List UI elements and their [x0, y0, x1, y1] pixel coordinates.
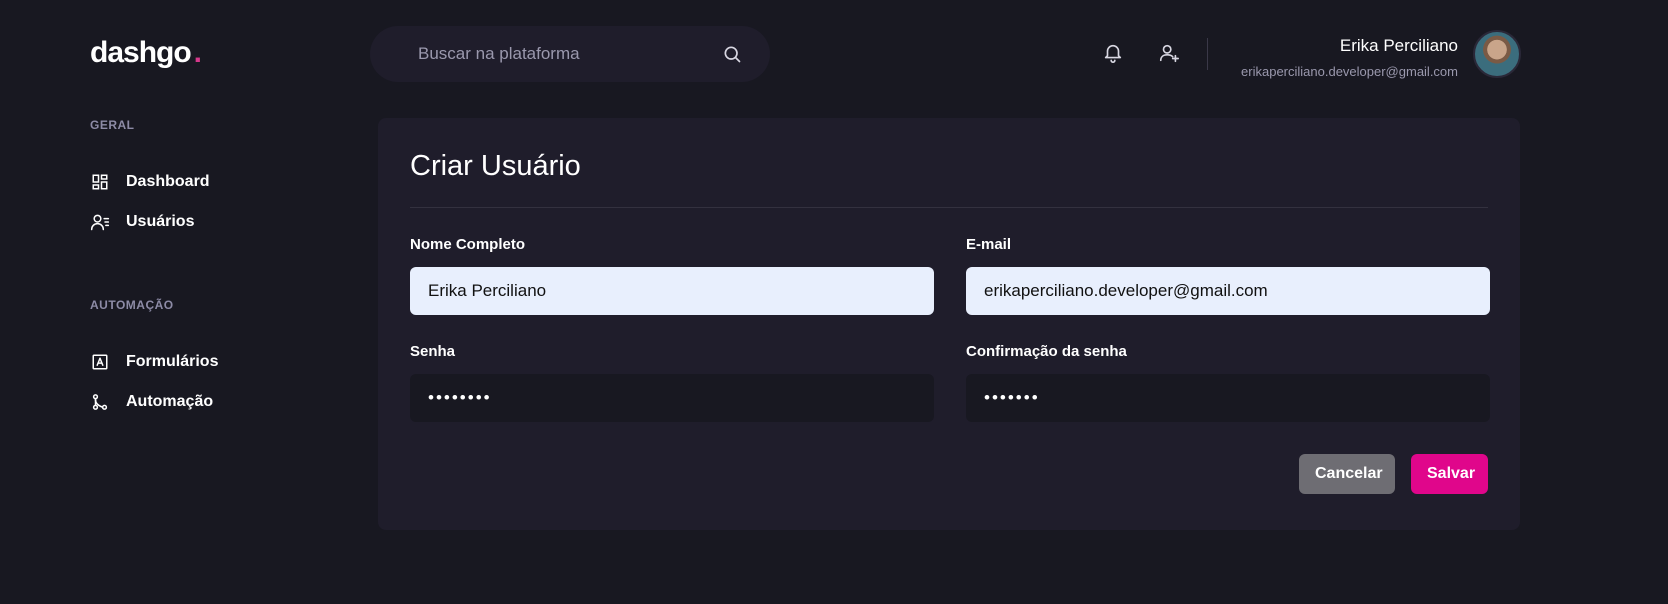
form-icon — [90, 352, 110, 372]
dashboard-icon — [90, 172, 110, 192]
git-branch-icon — [90, 392, 110, 412]
user-info: Erika Perciliano erikaperciliano.develop… — [1241, 36, 1458, 79]
search-icon[interactable] — [722, 44, 742, 64]
user-name: Erika Perciliano — [1339, 36, 1458, 55]
avatar[interactable] — [1473, 30, 1521, 78]
password-input[interactable] — [410, 374, 934, 422]
logo-dot: . — [193, 36, 202, 69]
sidebar-section-geral: GERAL — [90, 118, 135, 132]
sidebar-list-geral: Dashboard Usuários — [90, 162, 350, 242]
user-add-icon[interactable] — [1156, 40, 1182, 66]
sidebar-item-usuarios[interactable]: Usuários — [90, 202, 350, 242]
password-confirmation-input[interactable] — [966, 374, 1490, 422]
sidebar-section-automacao: AUTOMAÇÃO — [90, 298, 174, 312]
password-label: Senha — [410, 343, 456, 360]
field-password-confirmation: Confirmação da senha — [966, 343, 1490, 422]
sidebar-item-label: Usuários — [126, 213, 195, 230]
search-bar[interactable] — [370, 26, 770, 82]
name-label: Nome Completo — [410, 236, 526, 253]
password-confirmation-label: Confirmação da senha — [966, 343, 1127, 360]
name-input[interactable] — [410, 267, 934, 315]
sidebar-item-automacao[interactable]: Automação — [90, 382, 350, 422]
create-user-form: Nome Completo E-mail Senha Confirmação d… — [410, 236, 1490, 422]
sidebar-list-automacao: Formulários Automação — [90, 342, 350, 422]
field-email: E-mail — [966, 236, 1490, 315]
logo-text: dashgo — [90, 36, 192, 69]
sidebar-item-label: Formulários — [126, 353, 219, 370]
users-icon — [90, 212, 110, 232]
header-actions — [1100, 40, 1182, 66]
field-password: Senha — [410, 343, 934, 422]
app-page: dashgo. Erika Perciliano erikaperciliano… — [0, 0, 1668, 604]
email-input[interactable] — [966, 267, 1490, 315]
sidebar-item-label: Automação — [126, 393, 214, 410]
sidebar-item-dashboard[interactable]: Dashboard — [90, 162, 350, 202]
email-label: E-mail — [966, 236, 1012, 253]
sidebar: GERAL Dashboard Usuários AUTOMAÇÃO Formu… — [90, 118, 350, 478]
sidebar-item-formularios[interactable]: Formulários — [90, 342, 350, 382]
page-title: Criar Usuário — [410, 150, 581, 182]
header-divider — [1207, 38, 1208, 70]
bell-icon[interactable] — [1100, 40, 1126, 66]
card-divider — [410, 207, 1488, 208]
logo: dashgo. — [90, 36, 202, 70]
create-user-card: Criar Usuário Nome Completo E-mail Senha… — [378, 118, 1520, 530]
sidebar-item-label: Dashboard — [126, 173, 210, 190]
user-email: erikaperciliano.developer@gmail.com — [1241, 64, 1458, 79]
field-name: Nome Completo — [410, 236, 934, 315]
search-input[interactable] — [418, 44, 722, 64]
form-actions: Cancelar Salvar — [410, 454, 1488, 494]
save-button[interactable]: Salvar — [1411, 454, 1488, 494]
cancel-button[interactable]: Cancelar — [1299, 454, 1395, 494]
